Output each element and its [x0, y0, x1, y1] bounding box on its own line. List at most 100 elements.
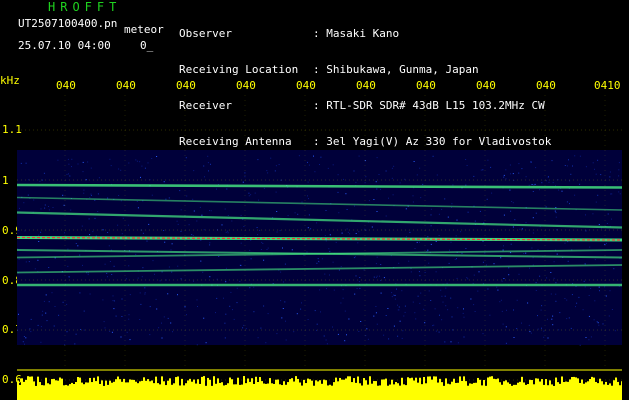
signal-meter-bar [531, 380, 533, 400]
noise-speck [547, 177, 549, 178]
noise-speck [457, 307, 459, 309]
noise-speck [428, 290, 430, 292]
noise-speck [535, 212, 537, 214]
noise-speck [313, 155, 314, 157]
noise-speck [44, 204, 46, 206]
noise-speck [316, 329, 317, 331]
signal-meter-bar [151, 380, 153, 400]
noise-speck [427, 236, 429, 238]
noise-speck [412, 201, 414, 203]
noise-speck [552, 315, 554, 317]
signal-meter-bar [207, 377, 209, 400]
signal-meter-bar [175, 377, 177, 400]
noise-speck [342, 297, 344, 299]
noise-speck [532, 191, 534, 192]
signal-meter-bar [393, 384, 395, 400]
signal-meter-bar [355, 382, 357, 400]
signal-meter-bar [223, 385, 225, 400]
noise-speck [332, 261, 334, 263]
noise-speck [519, 228, 521, 230]
noise-speck [122, 217, 124, 219]
noise-speck [144, 292, 146, 294]
noise-speck [263, 305, 265, 307]
noise-speck [280, 300, 282, 302]
noise-speck [127, 224, 129, 226]
signal-meter-bar [277, 379, 279, 400]
noise-speck [156, 156, 158, 157]
noise-speck [558, 189, 560, 191]
noise-speck [79, 254, 81, 256]
signal-meter-bar [27, 376, 29, 400]
noise-speck [375, 276, 377, 278]
signal-meter-bar [481, 385, 483, 400]
signal-meter-bar [179, 385, 181, 400]
noise-speck [371, 226, 373, 228]
signal-meter-bar [583, 383, 585, 400]
x-tick-label: 040 [476, 79, 496, 92]
noise-speck [456, 258, 457, 260]
noise-speck [366, 328, 368, 330]
noise-speck [257, 234, 259, 236]
signal-meter-bar [319, 380, 321, 400]
noise-speck [611, 309, 613, 310]
signal-meter-bar [237, 377, 239, 400]
noise-speck [282, 247, 283, 249]
noise-speck [18, 313, 19, 315]
noise-speck [317, 258, 319, 260]
noise-speck [20, 162, 22, 164]
signal-meter-bar [291, 378, 293, 400]
noise-speck [583, 280, 585, 282]
noise-speck [574, 194, 576, 196]
signal-meter-bar [497, 378, 499, 400]
noise-speck [349, 233, 351, 235]
signal-meter-bar [501, 384, 503, 400]
noise-speck [140, 303, 142, 305]
signal-meter-bar [611, 385, 613, 400]
noise-speck [38, 234, 40, 236]
signal-meter-bar [377, 385, 379, 400]
signal-meter-bar [533, 384, 535, 400]
noise-speck [355, 275, 357, 277]
noise-speck [380, 280, 382, 281]
noise-speck [40, 326, 42, 328]
noise-speck [193, 210, 195, 212]
noise-speck [239, 280, 241, 282]
signal-meter-bar [163, 381, 165, 400]
noise-speck [564, 165, 566, 166]
signal-meter-bar [543, 384, 545, 400]
noise-speck [513, 337, 515, 338]
noise-speck [66, 303, 68, 305]
noise-speck [405, 208, 407, 210]
noise-speck [401, 337, 403, 339]
noise-speck [510, 243, 512, 245]
signal-meter-bar [71, 382, 73, 400]
signal-meter-bar [397, 383, 399, 400]
signal-meter-bar [491, 376, 493, 400]
noise-speck [68, 276, 70, 278]
noise-speck [598, 324, 600, 326]
noise-speck [88, 218, 90, 220]
noise-speck [180, 230, 182, 232]
noise-speck [572, 165, 573, 167]
noise-speck [128, 314, 130, 316]
noise-speck [232, 309, 233, 311]
noise-speck [604, 243, 606, 245]
noise-speck [447, 216, 449, 218]
noise-speck [551, 160, 553, 162]
signal-meter-bar [299, 382, 301, 400]
noise-speck [338, 269, 340, 271]
noise-speck [479, 210, 481, 212]
signal-meter-bar [129, 379, 131, 400]
noise-speck [456, 219, 458, 221]
noise-band [17, 150, 622, 345]
signal-meter-bar [469, 383, 471, 400]
noise-speck [225, 281, 227, 283]
noise-speck [405, 236, 407, 238]
noise-speck [170, 249, 172, 251]
noise-speck [566, 165, 568, 167]
noise-speck [177, 223, 179, 225]
noise-speck [161, 322, 162, 324]
noise-speck [66, 173, 68, 175]
noise-speck [243, 226, 245, 227]
noise-speck [408, 260, 410, 262]
